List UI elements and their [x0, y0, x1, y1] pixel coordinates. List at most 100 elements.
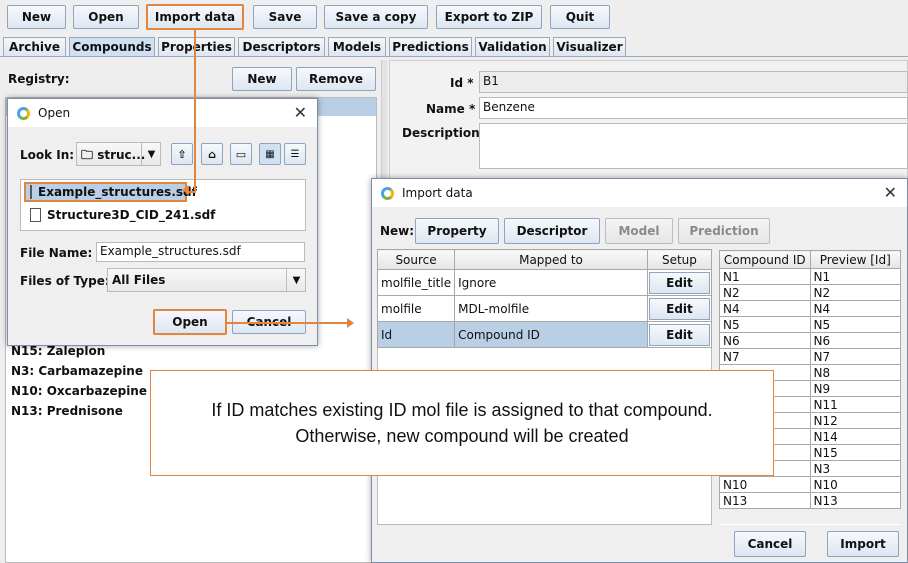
mapped-cell[interactable]: MDL-molfile: [454, 295, 648, 322]
description-label: Description: [402, 126, 480, 140]
tab-predictions[interactable]: Predictions: [389, 37, 472, 56]
preview-cell: N15: [809, 444, 901, 461]
table-row[interactable]: N4 N4: [719, 300, 901, 317]
compound-id-cell: N10: [719, 476, 811, 493]
open-confirm-button[interactable]: Open: [153, 309, 227, 335]
edit-button[interactable]: Edit: [648, 323, 710, 346]
quit-button[interactable]: Quit: [550, 5, 610, 29]
preview-cell: N9: [809, 380, 901, 397]
file-icon: [30, 185, 32, 199]
description-field[interactable]: [479, 123, 908, 169]
note-line-1: If ID matches existing ID mol file is as…: [211, 400, 713, 420]
arrow-right-icon: [347, 318, 354, 328]
compound-id-cell: N5: [719, 316, 811, 333]
column-header-compound-id: Compound ID: [719, 250, 811, 269]
chevron-down-icon[interactable]: ▼: [286, 269, 306, 291]
preview-cell: N1: [809, 268, 901, 285]
import-data-button[interactable]: Import data: [146, 4, 244, 30]
compound-id-cell: N2: [719, 284, 811, 301]
table-row[interactable]: N5 N5: [719, 316, 901, 333]
preview-cell: N8: [809, 364, 901, 381]
tab-descriptors[interactable]: Descriptors: [238, 37, 325, 56]
arrow-left-icon: [182, 185, 189, 195]
new-folder-icon[interactable]: ▭: [230, 143, 252, 165]
new-prediction-button: Prediction: [678, 218, 770, 244]
open-button[interactable]: Open: [73, 5, 139, 29]
import-confirm-button[interactable]: Import: [827, 531, 899, 557]
edit-button[interactable]: Edit: [648, 297, 710, 320]
tab-archive[interactable]: Archive: [3, 37, 66, 56]
list-item[interactable]: N13: Prednisone: [11, 404, 123, 418]
preview-cell: N13: [809, 492, 901, 509]
mapping-table: Source Mapped to Setup molfile_title Ign…: [376, 249, 713, 348]
open-dialog: Open ✕ Look In: 🗀 struc... ▼ ⇧ ⌂ ▭ ▦ ☰ E…: [7, 98, 318, 346]
column-header-mapped: Mapped to: [454, 249, 648, 270]
registry-remove-button[interactable]: Remove: [296, 67, 376, 91]
name-label: Name *: [426, 102, 476, 116]
tab-properties[interactable]: Properties: [158, 37, 235, 56]
tab-visualizer[interactable]: Visualizer: [553, 37, 626, 56]
files-of-type-label: Files of Type:: [20, 274, 110, 288]
id-field[interactable]: B1: [479, 71, 908, 93]
registry-new-button[interactable]: New: [232, 67, 292, 91]
note-line-2: Otherwise, new compound will be created: [295, 426, 629, 446]
tab-validation[interactable]: Validation: [475, 37, 550, 56]
export-zip-button[interactable]: Export to ZIP: [436, 5, 542, 29]
new-label: New:: [380, 224, 415, 238]
open-dialog-titlebar[interactable]: Open ✕: [8, 99, 317, 127]
new-button[interactable]: New: [7, 5, 66, 29]
look-in-label: Look In:: [20, 148, 75, 162]
table-row[interactable]: N13 N13: [719, 492, 901, 509]
home-icon[interactable]: ⌂: [201, 143, 223, 165]
source-cell: molfile_title: [376, 269, 456, 296]
file-name: Example_structures.sdf: [38, 185, 197, 199]
annotation-note: If ID matches existing ID mol file is as…: [150, 370, 774, 476]
table-row[interactable]: molfile_title Ignore Edit: [376, 269, 713, 296]
table-row-selected[interactable]: Id Compound ID Edit: [376, 321, 713, 348]
up-folder-icon[interactable]: ⇧: [171, 143, 193, 165]
import-cancel-button[interactable]: Cancel: [734, 531, 806, 557]
file-item[interactable]: Structure3D_CID_241.sdf: [24, 205, 215, 225]
source-cell: Id: [376, 321, 456, 348]
edit-button[interactable]: Edit: [648, 271, 710, 294]
open-dialog-title: Open: [38, 106, 71, 120]
tab-models[interactable]: Models: [328, 37, 386, 56]
save-copy-button[interactable]: Save a copy: [324, 5, 428, 29]
import-dialog-titlebar[interactable]: Import data ✕: [372, 179, 907, 207]
tab-compounds[interactable]: Compounds: [69, 37, 155, 56]
name-field[interactable]: Benzene: [479, 97, 908, 119]
table-row[interactable]: N1 N1: [719, 268, 901, 285]
table-row[interactable]: N7 N7: [719, 348, 901, 365]
file-list[interactable]: Example_structures.sdf Structure3D_CID_2…: [20, 179, 306, 231]
file-item-selected[interactable]: Example_structures.sdf: [24, 182, 197, 202]
compound-id-cell: N7: [719, 348, 811, 365]
table-row[interactable]: molfile MDL-molfile Edit: [376, 295, 713, 322]
look-in-value: struc...: [97, 148, 146, 162]
compound-id-cell: N1: [719, 268, 811, 285]
mapped-cell[interactable]: Compound ID: [454, 321, 648, 348]
annotation-arrow-line: [194, 30, 196, 192]
close-icon[interactable]: ✕: [294, 103, 307, 122]
new-property-button[interactable]: Property: [415, 218, 499, 244]
close-icon[interactable]: ✕: [884, 183, 897, 202]
mapped-cell[interactable]: Ignore: [454, 269, 648, 296]
preview-cell: N14: [809, 428, 901, 445]
folder-icon: 🗀: [81, 148, 94, 162]
chevron-down-icon[interactable]: ▼: [141, 143, 161, 165]
new-descriptor-button[interactable]: Descriptor: [504, 218, 600, 244]
details-view-icon[interactable]: ☰: [284, 143, 306, 165]
annotation-arrow-line: [226, 322, 348, 324]
table-row[interactable]: N10 N10: [719, 476, 901, 493]
table-row[interactable]: N2 N2: [719, 284, 901, 301]
file-name-input[interactable]: Example_structures.sdf: [96, 242, 305, 262]
files-of-type-select[interactable]: All Files: [107, 268, 306, 292]
list-view-icon[interactable]: ▦: [259, 143, 281, 165]
preview-cell: N3: [809, 460, 901, 477]
table-row[interactable]: N6 N6: [719, 332, 901, 349]
preview-cell: N10: [809, 476, 901, 493]
preview-cell: N7: [809, 348, 901, 365]
list-item[interactable]: N3: Carbamazepine: [11, 364, 143, 378]
list-item[interactable]: N10: Oxcarbazepine: [11, 384, 147, 398]
list-item[interactable]: N15: Zaleplon: [11, 344, 105, 358]
save-button[interactable]: Save: [253, 5, 317, 29]
